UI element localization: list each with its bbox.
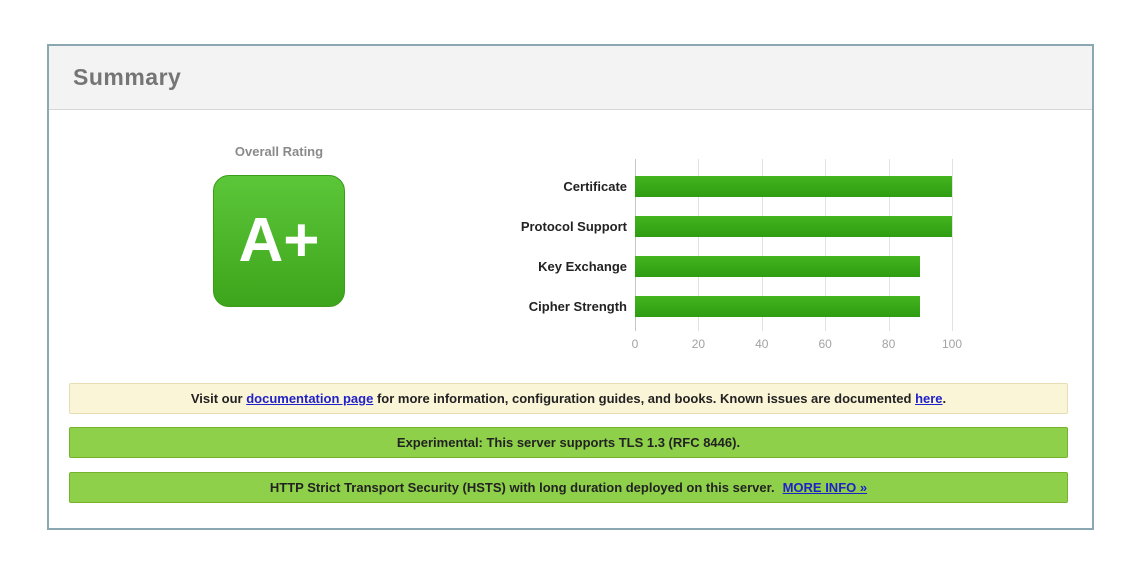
bar bbox=[635, 176, 952, 197]
chart-tick-label: 20 bbox=[692, 337, 705, 351]
bar bbox=[635, 296, 920, 317]
rating-chart: Certificate Protocol Support Key Exchange C… bbox=[477, 159, 952, 326]
bar-label: Certificate bbox=[477, 179, 627, 194]
overall-rating-label: Overall Rating bbox=[199, 144, 359, 159]
chart-tick-label: 80 bbox=[882, 337, 895, 351]
bar-label: Cipher Strength bbox=[477, 299, 627, 314]
bar-track bbox=[635, 296, 952, 317]
page: { "panel": { "title": "Summary" }, "rati… bbox=[0, 0, 1142, 577]
doc-message-prefix: Visit our bbox=[191, 391, 246, 406]
chart-row: Cipher Strength bbox=[477, 286, 952, 326]
chart-tick-label: 60 bbox=[819, 337, 832, 351]
bar-track bbox=[635, 176, 952, 197]
documentation-message: Visit our documentation page for more in… bbox=[69, 383, 1068, 414]
bar-label: Protocol Support bbox=[477, 219, 627, 234]
panel-content: Overall Rating A+ Certificate Protocol Su… bbox=[49, 110, 1092, 528]
more-info-link[interactable]: MORE INFO » bbox=[783, 480, 868, 495]
bar-track bbox=[635, 216, 952, 237]
rating-grade: A+ bbox=[239, 210, 320, 272]
chart-tick-label: 100 bbox=[942, 337, 962, 351]
chart-axis-ticks: 020406080100 bbox=[635, 337, 952, 353]
chart-row: Protocol Support bbox=[477, 206, 952, 246]
documentation-page-link[interactable]: documentation page bbox=[246, 391, 373, 406]
bar bbox=[635, 216, 952, 237]
hsts-message-text: HTTP Strict Transport Security (HSTS) wi… bbox=[270, 480, 775, 495]
chart-row: Key Exchange bbox=[477, 246, 952, 286]
rating-grade-tile: A+ bbox=[213, 175, 345, 307]
doc-message-middle: for more information, configuration guid… bbox=[373, 391, 915, 406]
bar-label: Key Exchange bbox=[477, 259, 627, 274]
overall-rating-section: Overall Rating A+ bbox=[199, 144, 359, 307]
tls13-message: Experimental: This server supports TLS 1… bbox=[69, 427, 1068, 458]
panel-title: Summary bbox=[73, 64, 181, 91]
summary-panel: Summary Overall Rating A+ Certificate Pro… bbox=[47, 44, 1094, 530]
panel-header: Summary bbox=[49, 46, 1092, 110]
chart-row: Certificate bbox=[477, 166, 952, 206]
chart-tick-label: 40 bbox=[755, 337, 768, 351]
chart-tick-label: 0 bbox=[632, 337, 639, 351]
known-issues-here-link[interactable]: here bbox=[915, 391, 942, 406]
bar bbox=[635, 256, 920, 277]
chart-rows: Certificate Protocol Support Key Exchange C… bbox=[477, 159, 952, 326]
doc-message-suffix: . bbox=[943, 391, 947, 406]
tls13-message-text: Experimental: This server supports TLS 1… bbox=[397, 435, 740, 450]
bar-track bbox=[635, 256, 952, 277]
chart-gridline bbox=[952, 159, 953, 331]
hsts-message: HTTP Strict Transport Security (HSTS) wi… bbox=[69, 472, 1068, 503]
